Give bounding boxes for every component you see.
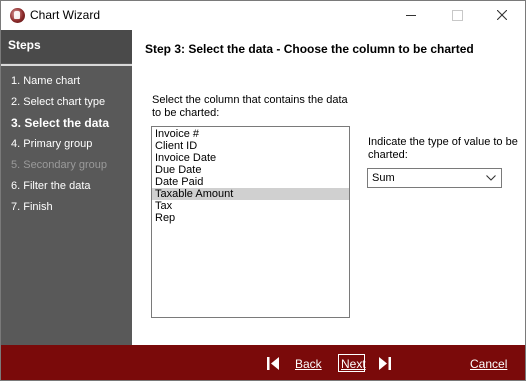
first-step-icon[interactable]	[266, 357, 280, 370]
value-type-selected: Sum	[372, 172, 395, 184]
list-item[interactable]: Tax	[152, 200, 349, 212]
footer-bar: Back Next Cancel	[1, 345, 525, 380]
steps-divider	[1, 64, 132, 66]
list-item[interactable]: Due Date	[152, 164, 349, 176]
next-button[interactable]: Next	[341, 357, 366, 371]
list-item[interactable]: Invoice Date	[152, 152, 349, 164]
value-type-prompt-label: Indicate the type of value to be charted…	[368, 136, 518, 161]
minimize-button[interactable]	[388, 1, 434, 30]
column-prompt-label: Select the column that contains the data…	[152, 94, 348, 119]
list-item[interactable]: Date Paid	[152, 176, 349, 188]
window-title: Chart Wizard	[30, 8, 101, 22]
page-title: Step 3: Select the data - Choose the col…	[145, 42, 474, 56]
step-primary-group: 4. Primary group	[11, 138, 93, 150]
app-icon	[10, 8, 25, 23]
step-name-chart: 1. Name chart	[11, 75, 81, 87]
title-bar: Chart Wizard	[1, 1, 525, 30]
chart-wizard-window: Chart Wizard Steps 1. Name chart 2. Sele…	[0, 0, 526, 381]
back-button[interactable]: Back	[295, 357, 322, 371]
list-item[interactable]: Rep	[152, 212, 349, 224]
list-item[interactable]: Invoice #	[152, 128, 349, 140]
chevron-down-icon	[486, 175, 496, 181]
value-type-dropdown[interactable]: Sum	[367, 168, 502, 188]
step-filter-the-data: 6. Filter the data	[11, 180, 91, 192]
list-item-selected[interactable]: Taxable Amount	[152, 188, 349, 200]
column-listbox[interactable]: Invoice # Client ID Invoice Date Due Dat…	[151, 126, 350, 318]
step-finish: 7. Finish	[11, 201, 53, 213]
maximize-button	[434, 1, 480, 30]
step-secondary-group: 5. Secondary group	[11, 159, 108, 171]
step-select-chart-type: 2. Select chart type	[11, 96, 106, 108]
list-item[interactable]: Client ID	[152, 140, 349, 152]
last-step-icon[interactable]	[378, 357, 392, 370]
steps-sidebar: Steps 1. Name chart 2. Select chart type…	[1, 30, 132, 345]
step-select-the-data: 3. Select the data	[11, 116, 110, 130]
close-icon	[497, 10, 507, 20]
close-button[interactable]	[479, 1, 525, 30]
cancel-button[interactable]: Cancel	[470, 357, 507, 371]
steps-header: Steps	[1, 30, 132, 63]
